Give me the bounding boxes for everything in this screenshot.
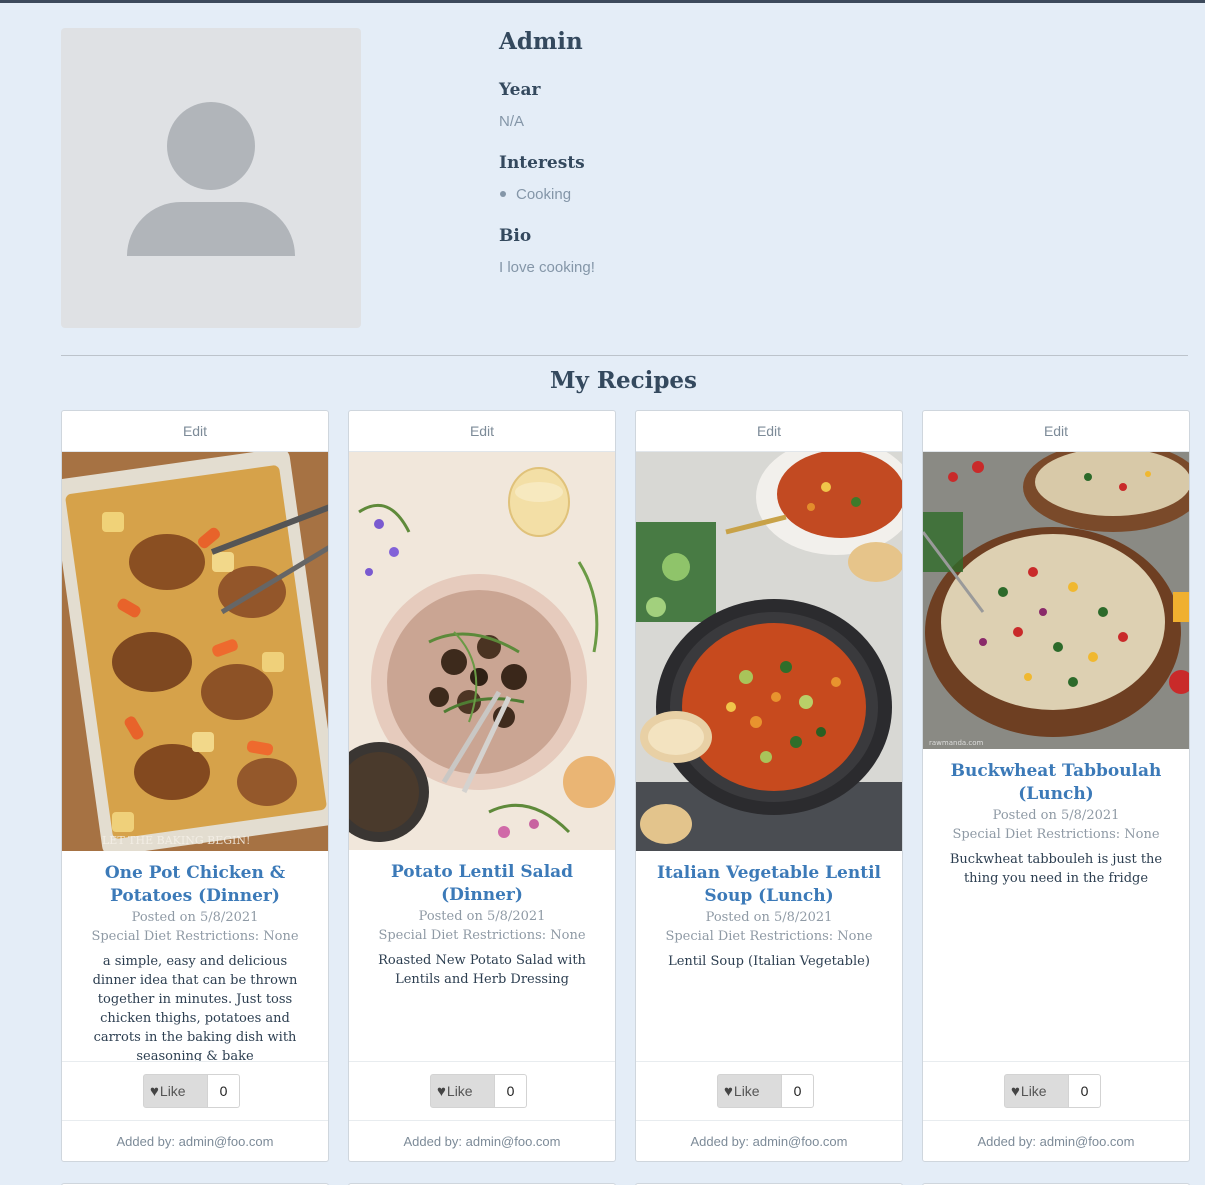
recipe-diet: Special Diet Restrictions: None: [91, 929, 299, 944]
edit-link[interactable]: Edit: [636, 411, 902, 452]
watermark-text: rawmanda.com: [929, 739, 984, 747]
year-heading: Year: [499, 80, 541, 100]
profile-avatar: [61, 28, 361, 328]
recipe-image[interactable]: [349, 452, 615, 850]
recipe-card: Edit LET THE BAKING BEGIN! One Pot Chick…: [61, 410, 329, 1162]
added-by: Added by: admin@foo.com: [977, 1134, 1135, 1149]
avatar-head-icon: [167, 102, 255, 190]
recipe-posted: Posted on 5/8/2021: [705, 910, 833, 925]
recipe-image[interactable]: rawmanda.com: [923, 452, 1189, 749]
heart-icon: ♥: [150, 1083, 159, 1100]
like-label: Like: [446, 1083, 473, 1099]
avatar-body-icon: [127, 202, 295, 256]
recipe-card: Edit: [348, 410, 616, 1162]
recipe-description: Buckwheat tabbouleh is just the thing yo…: [949, 852, 1163, 886]
recipe-title[interactable]: Buckwheat Tabboulah (Lunch): [923, 749, 1189, 806]
like-button[interactable]: ♥Like: [1004, 1074, 1069, 1108]
recipe-posted: Posted on 5/8/2021: [418, 909, 546, 924]
recipe-title[interactable]: Potato Lentil Salad (Dinner): [349, 850, 615, 907]
bio-value: I love cooking!: [499, 259, 595, 276]
like-count: 0: [782, 1074, 814, 1108]
watermark-text: LET THE BAKING BEGIN!: [102, 834, 250, 847]
bio-heading: Bio: [499, 226, 532, 246]
heart-icon: ♥: [724, 1083, 733, 1100]
recipe-card: Edit: [922, 410, 1190, 1162]
recipe-diet: Special Diet Restrictions: None: [378, 928, 586, 943]
like-area: ♥Like 0: [349, 1061, 615, 1121]
interests-heading: Interests: [499, 153, 585, 173]
like-button[interactable]: ♥Like: [143, 1074, 208, 1108]
recipe-description: Roasted New Potato Salad with Lentils an…: [378, 953, 586, 987]
heart-icon: ♥: [1011, 1083, 1020, 1100]
edit-link[interactable]: Edit: [349, 411, 615, 452]
like-count: 0: [1069, 1074, 1101, 1108]
edit-link[interactable]: Edit: [923, 411, 1189, 452]
recipe-photo-chicken: LET THE BAKING BEGIN!: [62, 452, 328, 851]
like-area: ♥Like 0: [62, 1061, 328, 1121]
edit-link[interactable]: Edit: [62, 411, 328, 452]
recipe-description: a simple, easy and delicious dinner idea…: [92, 954, 298, 1064]
like-label: Like: [1020, 1083, 1047, 1099]
recipe-image[interactable]: [636, 452, 902, 851]
recipe-posted: Posted on 5/8/2021: [131, 910, 259, 925]
recipe-title[interactable]: One Pot Chicken & Potatoes (Dinner): [62, 851, 328, 908]
added-by: Added by: admin@foo.com: [116, 1134, 274, 1149]
like-area: ♥Like 0: [636, 1061, 902, 1121]
recipe-photo-soup: [636, 452, 902, 851]
like-button[interactable]: ♥Like: [430, 1074, 495, 1108]
interests-list: Cooking: [499, 185, 999, 205]
recipe-card: Edit: [635, 410, 903, 1162]
recipe-title[interactable]: Italian Vegetable Lentil Soup (Lunch): [636, 851, 902, 908]
added-by: Added by: admin@foo.com: [403, 1134, 561, 1149]
like-count: 0: [208, 1074, 240, 1108]
profile-name: Admin: [499, 28, 583, 55]
added-by: Added by: admin@foo.com: [690, 1134, 848, 1149]
recipe-description: Lentil Soup (Italian Vegetable): [668, 954, 870, 969]
like-label: Like: [733, 1083, 760, 1099]
like-area: ♥Like 0: [923, 1061, 1189, 1121]
recipe-diet: Special Diet Restrictions: None: [952, 827, 1160, 842]
profile-info: Admin Year N/A Interests Cooking Bio I l…: [499, 25, 999, 278]
recipe-diet: Special Diet Restrictions: None: [665, 929, 873, 944]
like-label: Like: [159, 1083, 186, 1099]
like-button[interactable]: ♥Like: [717, 1074, 782, 1108]
recipe-photo-salad: [349, 452, 615, 850]
recipe-photo-tabbouleh: rawmanda.com: [923, 452, 1189, 749]
recipe-image[interactable]: LET THE BAKING BEGIN!: [62, 452, 328, 851]
my-recipes-title: My Recipes: [550, 367, 697, 394]
recipe-posted: Posted on 5/8/2021: [992, 808, 1120, 823]
like-count: 0: [495, 1074, 527, 1108]
year-value: N/A: [499, 113, 525, 130]
heart-icon: ♥: [437, 1083, 446, 1100]
interest-item: Cooking: [499, 185, 999, 205]
section-divider: [61, 355, 1188, 356]
